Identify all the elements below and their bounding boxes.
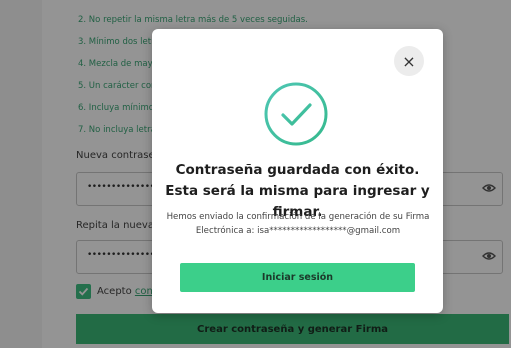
check-circle-icon xyxy=(264,82,328,146)
page: 2. No repetir la misma letra más de 5 ve… xyxy=(0,0,511,348)
modal-message: Hemos enviado la confirmación de la gene… xyxy=(166,212,430,236)
close-button[interactable]: × xyxy=(394,46,424,76)
login-button[interactable]: Iniciar sesión xyxy=(180,263,415,292)
success-modal: × Contraseña guardada con éxito. Esta se… xyxy=(152,29,443,313)
close-icon: × xyxy=(402,51,416,71)
